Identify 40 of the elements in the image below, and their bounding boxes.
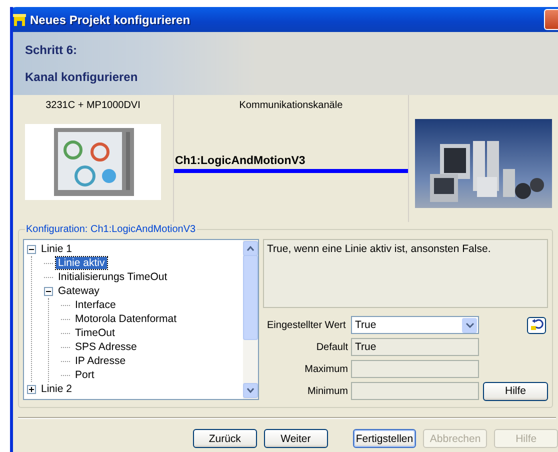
field-label: Maximum: [304, 364, 349, 374]
app-icon: [13, 14, 26, 26]
field-label: Default: [315, 342, 349, 352]
field-label: Minimum: [306, 386, 349, 396]
step-title: Schritt 6:: [25, 42, 78, 57]
scroll-up-icon[interactable]: [247, 246, 254, 251]
collapse-icon[interactable]: [44, 286, 53, 296]
wizard-button[interactable]: Zurück: [193, 429, 257, 448]
help-button[interactable]: Hilfe: [483, 382, 548, 400]
tree-item[interactable]: Initialisierungs TimeOut: [56, 271, 170, 283]
value-dropdown[interactable]: True: [351, 316, 479, 334]
tree-item[interactable]: Interface: [73, 299, 118, 311]
channel-name: Ch1:LogicAndMotionV3: [174, 155, 306, 167]
scroll-down-icon[interactable]: [247, 388, 254, 393]
channels-label: Kommunikationskanäle: [239, 100, 343, 111]
device-label: 3231C + MP1000DVI: [46, 100, 140, 111]
tree-item[interactable]: Gateway: [56, 285, 102, 297]
expand-icon[interactable]: [27, 384, 36, 394]
tree-item[interactable]: IP Adresse: [73, 355, 128, 367]
reset-button[interactable]: [527, 316, 546, 334]
window-title: Neues Projekt konfigurieren: [30, 12, 192, 26]
tree-item[interactable]: Linie 2: [39, 383, 74, 395]
scrollbar[interactable]: [243, 240, 258, 399]
tree-item[interactable]: SPS Adresse: [73, 341, 139, 353]
close-button[interactable]: [544, 9, 558, 30]
collapse-icon[interactable]: [27, 244, 36, 254]
wizard-button[interactable]: Weiter: [264, 429, 328, 448]
config-tree[interactable]: Linie 1 Linie aktiv Initialisierungs TimeOut Gateway Interface Motorola Datenformat TimeOut SPS Adresse IP Adresse Port Linie 2: [23, 239, 259, 400]
description-text: True, wenn eine Linie aktiv ist, ansonsten False.: [263, 239, 548, 308]
step-subtitle: Kanal konfigurieren: [25, 70, 139, 84]
value-field: True: [351, 338, 479, 356]
tree-item[interactable]: Linie 1: [39, 243, 74, 255]
tree-item[interactable]: Motorola Datenformat: [73, 313, 179, 325]
wizard-button[interactable]: Fertigstellen: [352, 429, 416, 448]
tree-item[interactable]: Port: [73, 369, 96, 381]
undo-icon: [530, 319, 544, 331]
field-label: Eingestellter Wert: [266, 320, 347, 330]
group-legend: Konfiguration: Ch1:LogicAndMotionV3: [25, 224, 197, 235]
tree-item[interactable]: Linie aktiv: [56, 257, 107, 269]
tree-item[interactable]: TimeOut: [73, 327, 117, 339]
